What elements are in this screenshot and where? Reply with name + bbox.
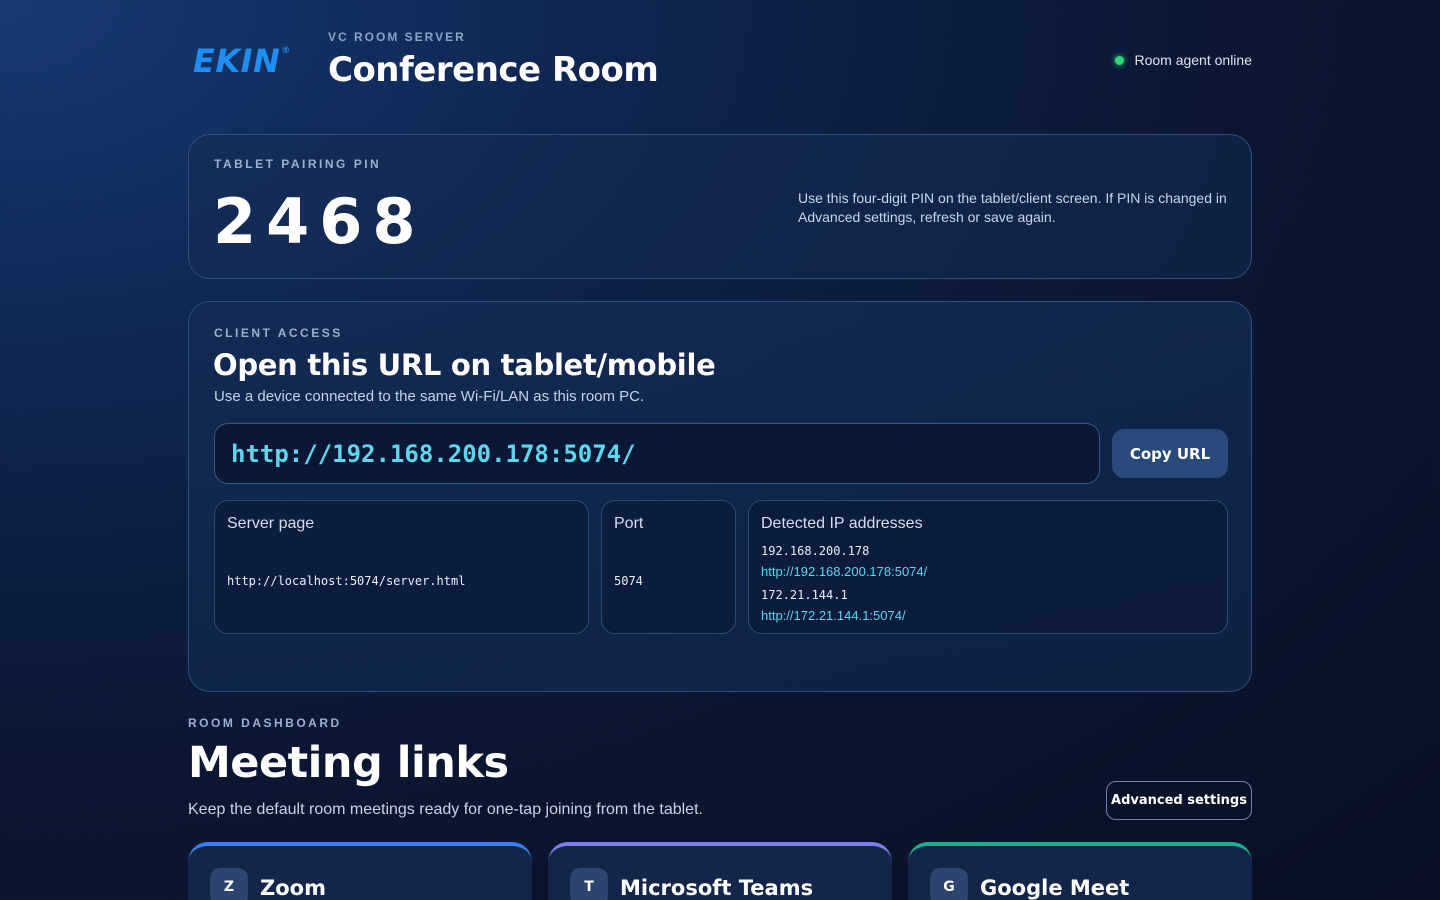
copy-url-button[interactable]: Copy URL (1112, 429, 1228, 478)
dashboard-label: ROOM DASHBOARD (188, 716, 342, 730)
meeting-card-teams[interactable]: T Microsoft Teams (548, 842, 892, 900)
server-page-title: Server page (227, 515, 315, 532)
access-title: Open this URL on tablet/mobile (213, 348, 716, 382)
meeting-card-google-meet[interactable]: G Google Meet (908, 842, 1252, 900)
ip-address: 192.168.200.178 (761, 544, 870, 558)
dashboard-subtitle: Keep the default room meetings ready for… (188, 801, 703, 818)
ip-addresses-title: Detected IP addresses (761, 515, 923, 532)
status-dot-icon (1115, 55, 1125, 65)
port-title: Port (614, 515, 644, 532)
meeting-name: Google Meet (980, 876, 1130, 900)
app-eyebrow: VC ROOM SERVER (328, 30, 466, 44)
ekin-logo: EKIN® (193, 42, 291, 80)
meeting-name: Microsoft Teams (620, 876, 814, 900)
client-access-card: CLIENT ACCESS Open this URL on tablet/mo… (188, 301, 1252, 692)
client-url-field[interactable]: http://192.168.200.178:5074/ (214, 423, 1100, 484)
port-panel: Port 5074 (601, 500, 736, 634)
pin-label: TABLET PAIRING PIN (214, 157, 382, 171)
ip-link[interactable]: http://172.21.144.1:5074/ (761, 607, 927, 629)
dashboard-title: Meeting links (188, 738, 509, 788)
access-label: CLIENT ACCESS (214, 326, 343, 340)
access-subtitle: Use a device connected to the same Wi-Fi… (214, 388, 645, 405)
header: EKIN® VC ROOM SERVER Conference Room Roo… (188, 26, 1252, 96)
status-text: Room agent online (1134, 52, 1252, 68)
server-page-value: http://localhost:5074/server.html (227, 574, 466, 588)
page-title: Conference Room (328, 50, 659, 90)
ip-addresses-panel: Detected IP addresses 192.168.200.178 ht… (748, 500, 1228, 634)
pin-help-text: Use this four-digit PIN on the tablet/cl… (798, 190, 1227, 225)
status-indicator: Room agent online (1115, 52, 1252, 68)
meeting-name: Zoom (260, 876, 326, 900)
teams-badge-icon: T (570, 868, 608, 900)
google-meet-badge-icon: G (930, 868, 968, 900)
pin-value: 2468 (213, 185, 426, 258)
ip-list: 192.168.200.178 http://192.168.200.178:5… (761, 541, 927, 629)
pin-card: TABLET PAIRING PIN 2468 Use this four-di… (188, 134, 1252, 279)
server-page-panel: Server page http://localhost:5074/server… (214, 500, 589, 634)
page: EKIN® VC ROOM SERVER Conference Room Roo… (188, 0, 1252, 900)
ip-link[interactable]: http://192.168.200.178:5074/ (761, 563, 927, 585)
meeting-card-zoom[interactable]: Z Zoom (188, 842, 532, 900)
client-url-text[interactable]: http://192.168.200.178:5074/ (231, 440, 636, 468)
zoom-badge-icon: Z (210, 868, 248, 900)
advanced-settings-button[interactable]: Advanced settings (1106, 781, 1252, 820)
ip-address: 172.21.144.1 (761, 588, 848, 602)
port-value: 5074 (614, 574, 643, 588)
